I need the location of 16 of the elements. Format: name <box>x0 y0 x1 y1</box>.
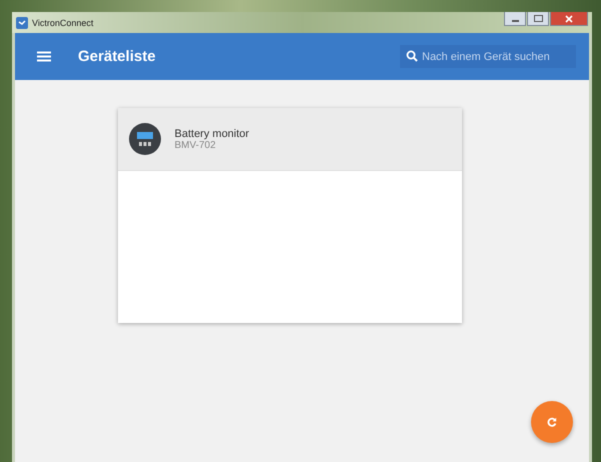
page-title: Geräteliste <box>78 48 156 65</box>
window-title: VictronConnect <box>32 18 94 28</box>
device-name: Battery monitor <box>174 128 250 140</box>
close-button[interactable] <box>550 12 588 26</box>
minimize-button[interactable] <box>504 12 526 26</box>
search-icon <box>406 50 418 62</box>
device-list-item[interactable]: Battery monitor BMV-702 <box>118 108 462 171</box>
refresh-icon <box>547 417 557 427</box>
search-field[interactable]: Nach einem Gerät suchen <box>400 45 576 68</box>
maximize-button[interactable] <box>527 12 549 26</box>
app-icon <box>16 16 28 28</box>
device-model: BMV-702 <box>174 140 217 150</box>
close-icon <box>565 14 573 22</box>
refresh-button[interactable] <box>531 401 573 443</box>
battery-monitor-icon <box>128 123 160 155</box>
menu-icon[interactable] <box>37 51 51 62</box>
